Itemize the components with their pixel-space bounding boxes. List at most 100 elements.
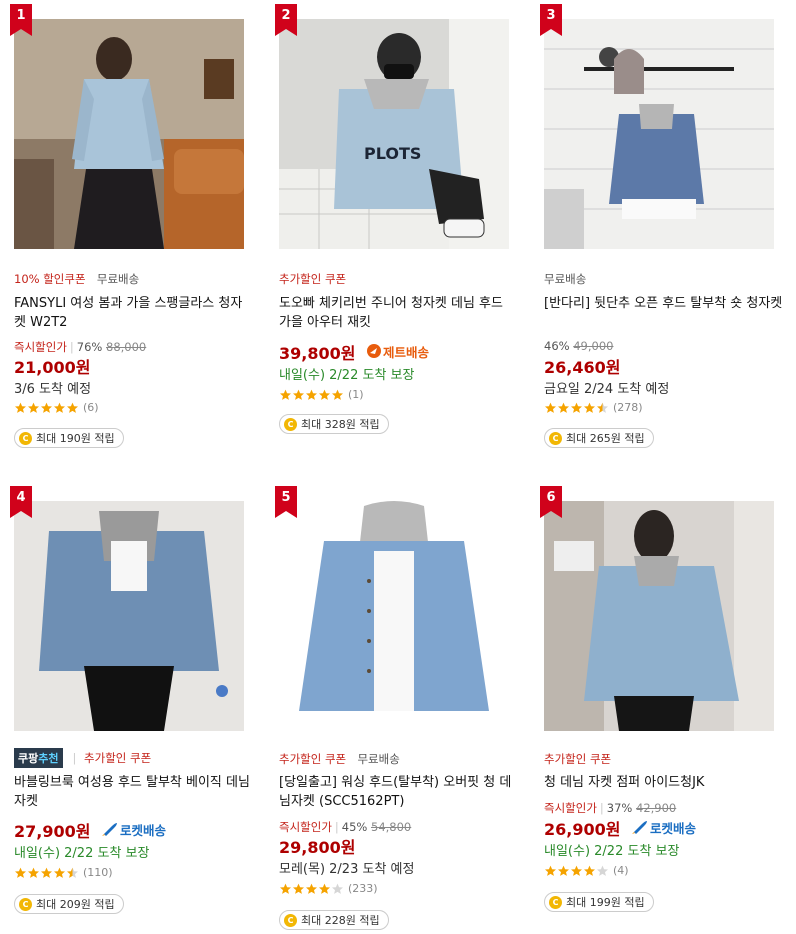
star-icon <box>15 867 26 878</box>
coupon-row: 추가할인 쿠폰 무료배송 <box>279 751 400 767</box>
review-count: (278) <box>613 401 643 414</box>
star-rating-icon <box>279 883 344 895</box>
product-title[interactable]: 청 데님 자켓 점퍼 아이드청JK <box>544 773 784 792</box>
star-rating-icon <box>14 867 79 879</box>
product-card[interactable]: 3 무료배송 [반다리] 뒷단추 오픈 후드 탈부착 숏 청자켓 46% 49,… <box>540 4 784 448</box>
reward-text: 최대 328원 적립 <box>301 418 380 431</box>
star-icon <box>28 402 39 413</box>
free-shipping-label: 무료배송 <box>544 272 587 286</box>
star-rating-icon <box>544 865 609 877</box>
rank-badge: 5 <box>275 486 299 518</box>
jet-icon <box>367 344 382 358</box>
coin-icon: C <box>284 913 297 927</box>
rocket-icon <box>102 823 118 836</box>
review-count: (1) <box>348 388 364 401</box>
coupon-row: 추가할인 쿠폰 <box>279 271 346 287</box>
rank-number: 4 <box>16 490 26 505</box>
delivery-info: 내일(수) 2/22 도착 보장 <box>14 846 150 861</box>
rocket-delivery-badge: 로켓배송 <box>102 820 166 839</box>
star-icon <box>280 883 291 894</box>
star-icon <box>306 883 317 894</box>
reward-text: 최대 209원 적립 <box>36 898 115 911</box>
review-count: (4) <box>613 864 629 877</box>
discount-row: 즉시할인가 | 76% 88,000 <box>14 340 147 354</box>
star-icon <box>545 865 556 876</box>
product-title[interactable]: [반다리] 뒷단추 오픈 후드 탈부착 숏 청자켓 <box>544 294 784 313</box>
instant-discount-label: 즉시할인가 <box>14 340 67 354</box>
rank-badge: 6 <box>540 486 564 518</box>
price: 39,800원 제트배송 <box>279 340 429 364</box>
star-icon <box>15 402 26 413</box>
product-image[interactable] <box>544 19 774 249</box>
discount-row: 46% 49,000 <box>544 339 613 353</box>
rank-number: 2 <box>281 8 291 23</box>
review-count: (6) <box>83 401 99 414</box>
product-card[interactable]: 5 추가할인 쿠폰 무료배송 [당일출고] 워싱 후드(탈부착) 오버핏 청 데… <box>275 486 519 930</box>
star-icon <box>319 883 330 894</box>
recommend-label: 추천 <box>38 752 59 765</box>
delivery-info: 내일(수) 2/22 도착 보장 <box>544 844 680 859</box>
product-image[interactable] <box>279 501 509 731</box>
product-card[interactable]: 1 10% 할인쿠폰 무료배송 FANSYLI 여성 봄과 가을 스팽글라스 청… <box>10 4 254 448</box>
original-price: 54,800 <box>371 820 412 834</box>
star-icon <box>41 867 52 878</box>
reward-text: 최대 199원 적립 <box>566 896 645 909</box>
original-price: 42,900 <box>636 801 677 815</box>
coupon-row: 추가할인 쿠폰 <box>544 751 611 767</box>
star-icon <box>558 865 569 876</box>
discount-percent: 37% <box>606 801 633 815</box>
coupon-row: 무료배송 <box>544 271 586 287</box>
star-icon <box>584 865 595 876</box>
star-icon <box>332 389 343 400</box>
coin-icon: C <box>19 897 32 911</box>
instant-discount-label: 즉시할인가 <box>279 820 332 834</box>
star-icon <box>28 867 39 878</box>
star-icon <box>545 402 556 413</box>
star-icon <box>558 402 569 413</box>
jet-delivery-badge: 제트배송 <box>367 342 429 361</box>
rank-badge: 1 <box>10 4 34 36</box>
discount-row: 즉시할인가 | 37% 42,900 <box>544 801 677 815</box>
product-title[interactable]: 도오빠 체키리번 주니어 청자켓 데님 후드 가을 아우터 재킷 <box>279 294 519 332</box>
price: 29,800원 <box>279 834 355 858</box>
recommend-brand: 쿠팡 <box>18 752 39 765</box>
product-card[interactable]: PLOTS 2 추가할인 쿠폰 도오빠 체키리번 주니어 청자켓 데님 후드 가… <box>275 4 519 434</box>
product-card[interactable]: 4 쿠팡추천 | 추가할인 쿠폰 바블링브룩 여성용 후드 탈부착 베이직 데님 … <box>10 486 254 914</box>
jet-delivery-label: 제트배송 <box>383 344 430 360</box>
star-icon <box>319 389 330 400</box>
price-value: 21,000원 <box>14 358 91 377</box>
free-shipping-label: 무료배송 <box>96 272 140 286</box>
rocket-icon <box>632 821 648 834</box>
reward-text: 최대 228원 적립 <box>301 914 380 927</box>
rank-number: 6 <box>546 490 556 505</box>
free-shipping-label: 무료배송 <box>357 752 400 766</box>
product-title[interactable]: 바블링브룩 여성용 후드 탈부착 베이직 데님 자켓 <box>14 773 254 811</box>
price-value: 29,800원 <box>279 838 356 857</box>
rank-badge: 2 <box>275 4 299 36</box>
rank-badge: 4 <box>10 486 34 518</box>
product-image[interactable]: PLOTS <box>279 19 509 249</box>
instant-discount-label: 즉시할인가 <box>544 801 597 815</box>
discount-percent: 46% <box>544 339 570 353</box>
coin-icon: C <box>549 431 562 445</box>
product-image[interactable] <box>14 501 244 731</box>
original-price: 88,000 <box>106 340 147 354</box>
star-rating-icon <box>279 389 344 401</box>
delivery-info: 금요일 2/24 도착 예정 <box>544 382 670 397</box>
star-icon <box>332 883 343 894</box>
rank-number: 1 <box>16 8 26 23</box>
product-card[interactable]: 6 추가할인 쿠폰 청 데님 자켓 점퍼 아이드청JK 즉시할인가 | 37% 42… <box>540 486 784 912</box>
star-icon <box>597 865 608 876</box>
price: 26,900원 로켓배송 <box>544 816 696 840</box>
star-icon <box>584 402 595 413</box>
coin-icon: C <box>549 895 562 909</box>
coupon-label: 10% 할인쿠폰 <box>14 272 86 286</box>
product-image[interactable] <box>14 19 244 249</box>
star-icon <box>571 402 582 413</box>
product-image[interactable] <box>544 501 774 731</box>
rating: (233) <box>279 882 378 895</box>
product-title[interactable]: [당일출고] 워싱 후드(탈부착) 오버핏 청 데님자켓 (SCC5162PT) <box>279 773 519 811</box>
star-rating-icon <box>544 402 609 414</box>
product-title[interactable]: FANSYLI 여성 봄과 가을 스팽글라스 청자켓 W2T2 <box>14 294 254 332</box>
reward-text: 최대 265원 적립 <box>566 432 645 445</box>
